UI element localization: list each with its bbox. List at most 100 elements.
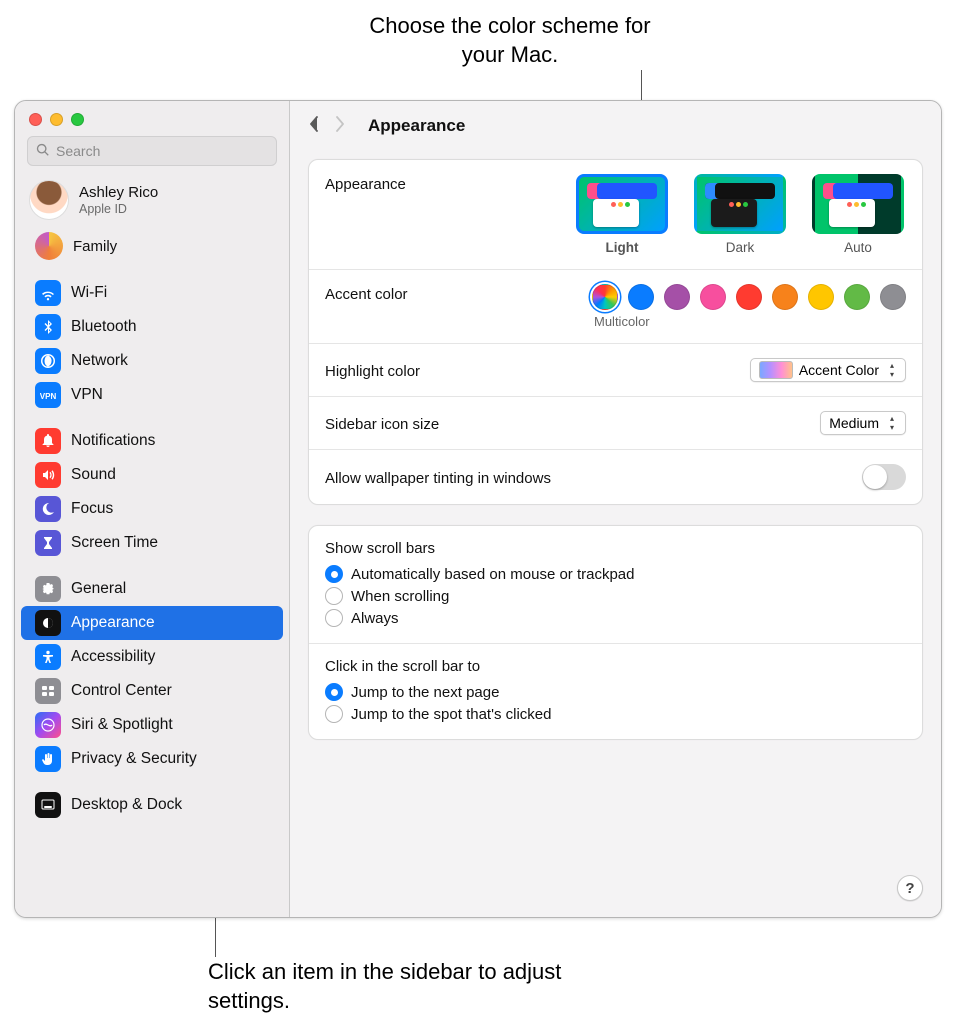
scrollbars-option-0[interactable]: Automatically based on mouse or trackpad: [325, 563, 906, 585]
accent-color-green[interactable]: [844, 284, 870, 310]
radio-icon: [325, 565, 343, 583]
sidebar-item-sound[interactable]: Sound: [21, 458, 283, 492]
radio-icon: [325, 609, 343, 627]
sidebar-item-label: Wi-Fi: [71, 284, 107, 302]
sidebar-item-desktop[interactable]: Desktop & Dock: [21, 788, 283, 822]
appearance-mode-label: Auto: [844, 240, 872, 255]
help-button[interactable]: ?: [897, 875, 923, 901]
sidebar-item-family[interactable]: Family: [15, 226, 289, 270]
sound-icon: [35, 462, 61, 488]
tinting-toggle[interactable]: [862, 464, 906, 490]
sidebar-item-focus[interactable]: Focus: [21, 492, 283, 526]
back-button[interactable]: [308, 116, 320, 137]
callout-top-text: Choose the color scheme for your Mac.: [355, 12, 665, 69]
appearance-mode-label: Appearance: [325, 174, 574, 193]
sidebar-item-notifications[interactable]: Notifications: [21, 424, 283, 458]
appearance-mode-thumbs: LightDarkAuto: [574, 174, 906, 255]
highlight-swatch-icon: [759, 361, 793, 379]
highlight-color-popup[interactable]: Accent Color ▴▾: [750, 358, 906, 382]
focus-icon: [35, 496, 61, 522]
sidebar-item-label: Desktop & Dock: [71, 796, 182, 814]
chevron-updown-icon: ▴▾: [885, 361, 899, 379]
page-title: Appearance: [368, 116, 465, 136]
accent-color-pink[interactable]: [700, 284, 726, 310]
search-input[interactable]: Search: [27, 136, 277, 166]
sidebar-item-vpn[interactable]: VPN VPN: [21, 378, 283, 412]
user-subtitle: Apple ID: [79, 202, 158, 217]
appearance-mode-auto[interactable]: [812, 174, 904, 234]
sidebar-item-label: VPN: [71, 386, 103, 404]
highlight-color-label: Highlight color: [325, 361, 750, 380]
tinting-label: Allow wallpaper tinting in windows: [325, 468, 862, 487]
sidebar-item-wifi[interactable]: Wi-Fi: [21, 276, 283, 310]
accent-color-blue[interactable]: [628, 284, 654, 310]
appearance-mode-light[interactable]: [576, 174, 668, 234]
radio-label: Automatically based on mouse or trackpad: [351, 566, 634, 583]
scrollbars-option-2[interactable]: Always: [325, 607, 906, 629]
accent-color-picker: [592, 284, 906, 310]
close-window-button[interactable]: [29, 113, 42, 126]
family-icon: [35, 232, 63, 260]
scrollbars-option-1[interactable]: When scrolling: [325, 585, 906, 607]
accent-selected-label: Multicolor: [594, 314, 650, 329]
sidebar-item-accessibility[interactable]: Accessibility: [21, 640, 283, 674]
sidebar-item-appleid[interactable]: Ashley Rico Apple ID: [15, 176, 289, 226]
callout-bottom-text: Click an item in the sidebar to adjust s…: [208, 958, 608, 1015]
accent-color-multi[interactable]: [592, 284, 618, 310]
sidebar-item-label: Privacy & Security: [71, 750, 197, 768]
radio-icon: [325, 587, 343, 605]
row-scroll-bars: Show scroll bars Automatically based on …: [309, 526, 922, 644]
accent-color-orange[interactable]: [772, 284, 798, 310]
sidebar-item-label: Screen Time: [71, 534, 158, 552]
sidebar: Search Ashley Rico Apple ID Family Wi-Fi…: [15, 101, 290, 917]
sidebar-item-label: Sound: [71, 466, 116, 484]
accent-color-label: Accent color: [325, 284, 592, 303]
radio-icon: [325, 683, 343, 701]
settings-window: Search Ashley Rico Apple ID Family Wi-Fi…: [14, 100, 942, 918]
row-scroll-click: Click in the scroll bar to Jump to the n…: [309, 644, 922, 739]
scroll-panel: Show scroll bars Automatically based on …: [308, 525, 923, 740]
general-icon: [35, 576, 61, 602]
controlcenter-icon: [35, 678, 61, 704]
accent-color-graphite[interactable]: [880, 284, 906, 310]
accent-color-red[interactable]: [736, 284, 762, 310]
appearance-mode-label: Light: [606, 240, 639, 255]
forward-button[interactable]: [334, 116, 346, 137]
sidebar-item-screentime[interactable]: Screen Time: [21, 526, 283, 560]
scrollclick-option-0[interactable]: Jump to the next page: [325, 681, 906, 703]
wifi-icon: [35, 280, 61, 306]
sidebar-item-bluetooth[interactable]: Bluetooth: [21, 310, 283, 344]
appearance-mode-dark[interactable]: [694, 174, 786, 234]
icon-size-label: Sidebar icon size: [325, 414, 820, 433]
avatar: [29, 180, 69, 220]
radio-label: Jump to the next page: [351, 684, 499, 701]
row-highlight-color: Highlight color Accent Color ▴▾: [309, 344, 922, 397]
sidebar-item-network[interactable]: Network: [21, 344, 283, 378]
sidebar-item-label: Appearance: [71, 614, 155, 632]
icon-size-popup[interactable]: Medium ▴▾: [820, 411, 906, 435]
family-label: Family: [73, 238, 117, 255]
content-area: Appearance Appearance LightDarkAuto Acce…: [290, 101, 941, 917]
scrollbars-title: Show scroll bars: [325, 540, 906, 557]
sidebar-item-label: General: [71, 580, 126, 598]
sidebar-item-general[interactable]: General: [21, 572, 283, 606]
sidebar-item-label: Focus: [71, 500, 113, 518]
sidebar-item-controlcenter[interactable]: Control Center: [21, 674, 283, 708]
minimize-window-button[interactable]: [50, 113, 63, 126]
sidebar-item-appearance[interactable]: Appearance: [21, 606, 283, 640]
accent-color-yellow[interactable]: [808, 284, 834, 310]
vpn-icon: VPN: [35, 382, 61, 408]
radio-icon: [325, 705, 343, 723]
desktop-icon: [35, 792, 61, 818]
fullscreen-window-button[interactable]: [71, 113, 84, 126]
sidebar-item-siri[interactable]: Siri & Spotlight: [21, 708, 283, 742]
network-icon: [35, 348, 61, 374]
toggle-knob: [863, 465, 887, 489]
row-appearance-mode: Appearance LightDarkAuto: [309, 160, 922, 270]
siri-icon: [35, 712, 61, 738]
notifications-icon: [35, 428, 61, 454]
sidebar-item-privacy[interactable]: Privacy & Security: [21, 742, 283, 776]
help-icon: ?: [905, 880, 914, 897]
scrollclick-option-1[interactable]: Jump to the spot that's clicked: [325, 703, 906, 725]
accent-color-purple[interactable]: [664, 284, 690, 310]
